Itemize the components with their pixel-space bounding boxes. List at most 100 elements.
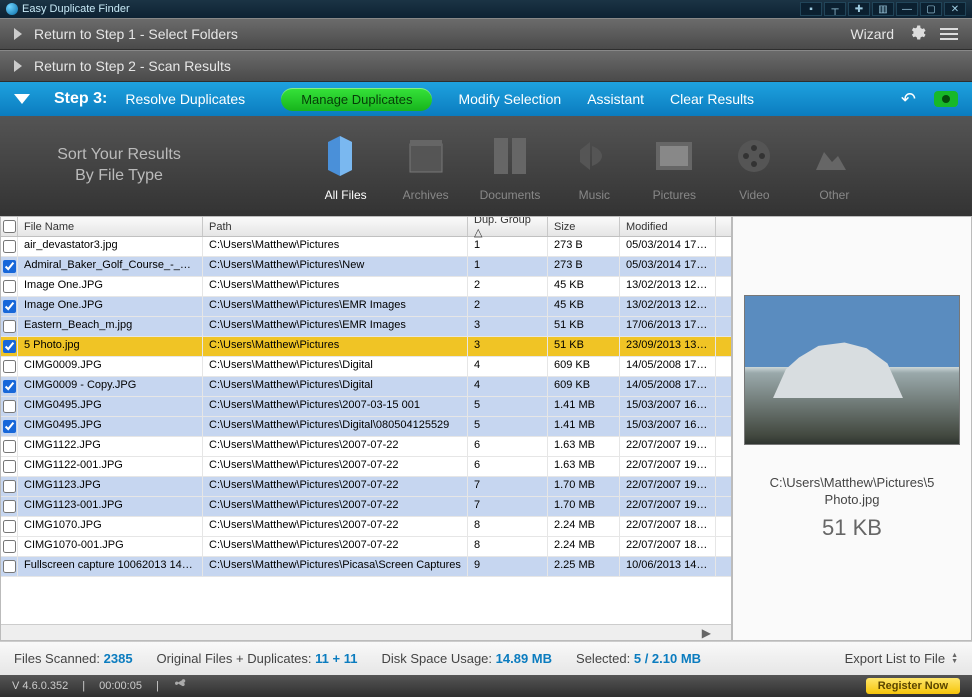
table-row[interactable]: CIMG1070.JPGC:\Users\Matthew\Pictures\20… bbox=[1, 517, 731, 537]
table-row[interactable]: CIMG0495.JPGC:\Users\Matthew\Pictures\20… bbox=[1, 397, 731, 417]
share-icon[interactable] bbox=[173, 678, 187, 695]
cell-modified: 23/09/2013 13:47:2 bbox=[620, 337, 716, 356]
filetype-icon bbox=[320, 130, 372, 182]
table-row[interactable]: Image One.JPGC:\Users\Matthew\Pictures24… bbox=[1, 277, 731, 297]
row-check[interactable] bbox=[1, 337, 18, 356]
gear-icon[interactable] bbox=[908, 24, 926, 45]
register-button[interactable]: Register Now bbox=[866, 678, 960, 694]
cell-size: 1.70 MB bbox=[548, 497, 620, 516]
row-check[interactable] bbox=[1, 517, 18, 536]
row-check[interactable] bbox=[1, 557, 18, 576]
table-row[interactable]: 5 Photo.jpgC:\Users\Matthew\Pictures351 … bbox=[1, 337, 731, 357]
winbtn-3[interactable]: ✚ bbox=[848, 2, 870, 16]
cell-path: C:\Users\Matthew\Pictures\2007-07-22 bbox=[203, 537, 468, 556]
table-row[interactable]: Eastern_Beach_m.jpgC:\Users\Matthew\Pict… bbox=[1, 317, 731, 337]
close-button[interactable]: ✕ bbox=[944, 2, 966, 16]
manage-duplicates-button[interactable]: Manage Duplicates bbox=[281, 88, 432, 111]
table-row[interactable]: CIMG0009 - Copy.JPGC:\Users\Matthew\Pict… bbox=[1, 377, 731, 397]
row-check[interactable] bbox=[1, 457, 18, 476]
cell-group: 5 bbox=[468, 397, 548, 416]
table-row[interactable]: CIMG1123-001.JPGC:\Users\Matthew\Picture… bbox=[1, 497, 731, 517]
chevron-right-icon bbox=[14, 28, 22, 40]
table-row[interactable]: Fullscreen capture 10062013 141953…C:\Us… bbox=[1, 557, 731, 577]
chevron-down-icon[interactable] bbox=[14, 94, 30, 104]
row-check[interactable] bbox=[1, 397, 18, 416]
cell-path: C:\Users\Matthew\Pictures\2007-07-22 bbox=[203, 517, 468, 536]
filetype-all-files[interactable]: All Files bbox=[320, 130, 372, 202]
cell-size: 273 B bbox=[548, 257, 620, 276]
cell-filename: CIMG0009 - Copy.JPG bbox=[18, 377, 203, 396]
menu-icon[interactable] bbox=[940, 28, 958, 40]
cell-size: 273 B bbox=[548, 237, 620, 256]
cell-group: 5 bbox=[468, 417, 548, 436]
row-check[interactable] bbox=[1, 437, 18, 456]
filetype-archives[interactable]: Archives bbox=[400, 130, 452, 202]
cell-path: C:\Users\Matthew\Pictures bbox=[203, 337, 468, 356]
minimize-button[interactable]: — bbox=[896, 2, 918, 16]
cell-filename: Fullscreen capture 10062013 141953… bbox=[18, 557, 203, 576]
filetype-icon bbox=[400, 130, 452, 182]
row-check[interactable] bbox=[1, 477, 18, 496]
row-check[interactable] bbox=[1, 497, 18, 516]
row-check[interactable] bbox=[1, 297, 18, 316]
row-check[interactable] bbox=[1, 277, 18, 296]
cell-modified: 22/07/2007 19:19:2 bbox=[620, 477, 716, 496]
cell-filename: CIMG1123-001.JPG bbox=[18, 497, 203, 516]
step2-row[interactable]: Return to Step 2 - Scan Results bbox=[0, 50, 972, 82]
table-row[interactable]: CIMG1123.JPGC:\Users\Matthew\Pictures\20… bbox=[1, 477, 731, 497]
assistant-button[interactable]: Assistant bbox=[587, 91, 644, 107]
step1-row[interactable]: Return to Step 1 - Select Folders Wizard bbox=[0, 18, 972, 50]
cell-size: 51 KB bbox=[548, 317, 620, 336]
table-row[interactable]: CIMG0495.JPGC:\Users\Matthew\Pictures\Di… bbox=[1, 417, 731, 437]
table-row[interactable]: Image One.JPGC:\Users\Matthew\Pictures\E… bbox=[1, 297, 731, 317]
header-size[interactable]: Size bbox=[548, 217, 620, 236]
row-check[interactable] bbox=[1, 257, 18, 276]
filetype-music[interactable]: Music bbox=[568, 130, 620, 202]
row-check[interactable] bbox=[1, 537, 18, 556]
table-row[interactable]: Admiral_Baker_Golf_Course_-_North…C:\Use… bbox=[1, 257, 731, 277]
table-row[interactable]: CIMG1122-001.JPGC:\Users\Matthew\Picture… bbox=[1, 457, 731, 477]
cell-size: 1.41 MB bbox=[548, 397, 620, 416]
header-filename[interactable]: File Name bbox=[18, 217, 203, 236]
step1-label: Return to Step 1 - Select Folders bbox=[34, 26, 238, 42]
modify-selection-button[interactable]: Modify Selection bbox=[458, 91, 561, 107]
header-path[interactable]: Path bbox=[203, 217, 468, 236]
filetype-icon bbox=[484, 130, 536, 182]
header-modified[interactable]: Modified bbox=[620, 217, 716, 236]
horizontal-scrollbar[interactable]: ▶ bbox=[1, 624, 731, 640]
row-check[interactable] bbox=[1, 377, 18, 396]
cell-modified: 05/03/2014 17:20:5 bbox=[620, 257, 716, 276]
wizard-label[interactable]: Wizard bbox=[850, 26, 894, 42]
cell-modified: 13/02/2013 12:27:5 bbox=[620, 277, 716, 296]
cell-size: 609 KB bbox=[548, 357, 620, 376]
grid-body[interactable]: air_devastator3.jpgC:\Users\Matthew\Pict… bbox=[1, 237, 731, 624]
clear-results-button[interactable]: Clear Results bbox=[670, 91, 754, 107]
row-check[interactable] bbox=[1, 357, 18, 376]
cell-size: 45 KB bbox=[548, 297, 620, 316]
undo-icon[interactable]: ↶ bbox=[901, 89, 916, 110]
maximize-button[interactable]: ▢ bbox=[920, 2, 942, 16]
header-dup-group[interactable]: Dup. Group △ bbox=[468, 217, 548, 236]
step2-label: Return to Step 2 - Scan Results bbox=[34, 58, 231, 74]
table-row[interactable]: air_devastator3.jpgC:\Users\Matthew\Pict… bbox=[1, 237, 731, 257]
table-row[interactable]: CIMG0009.JPGC:\Users\Matthew\Pictures\Di… bbox=[1, 357, 731, 377]
cell-path: C:\Users\Matthew\Pictures\Digital bbox=[203, 357, 468, 376]
row-check[interactable] bbox=[1, 237, 18, 256]
filetype-video[interactable]: Video bbox=[728, 130, 780, 202]
winbtn-4[interactable]: ▥ bbox=[872, 2, 894, 16]
row-check[interactable] bbox=[1, 417, 18, 436]
record-button[interactable] bbox=[934, 91, 958, 107]
row-check[interactable] bbox=[1, 317, 18, 336]
winbtn-2[interactable]: ┬ bbox=[824, 2, 846, 16]
cell-filename: Image One.JPG bbox=[18, 297, 203, 316]
cell-modified: 14/05/2008 17:56:1 bbox=[620, 377, 716, 396]
table-row[interactable]: CIMG1070-001.JPGC:\Users\Matthew\Picture… bbox=[1, 537, 731, 557]
filetype-documents[interactable]: Documents bbox=[480, 130, 541, 202]
winbtn-1[interactable]: ▪ bbox=[800, 2, 822, 16]
header-check[interactable] bbox=[1, 217, 18, 236]
filetype-pictures[interactable]: Pictures bbox=[648, 130, 700, 202]
table-row[interactable]: CIMG1122.JPGC:\Users\Matthew\Pictures\20… bbox=[1, 437, 731, 457]
preview-path: C:\Users\Matthew\Pictures\5 Photo.jpg bbox=[741, 475, 963, 509]
filetype-other[interactable]: Other bbox=[808, 130, 860, 202]
export-list-button[interactable]: Export List to File ▲▼ bbox=[845, 651, 958, 666]
